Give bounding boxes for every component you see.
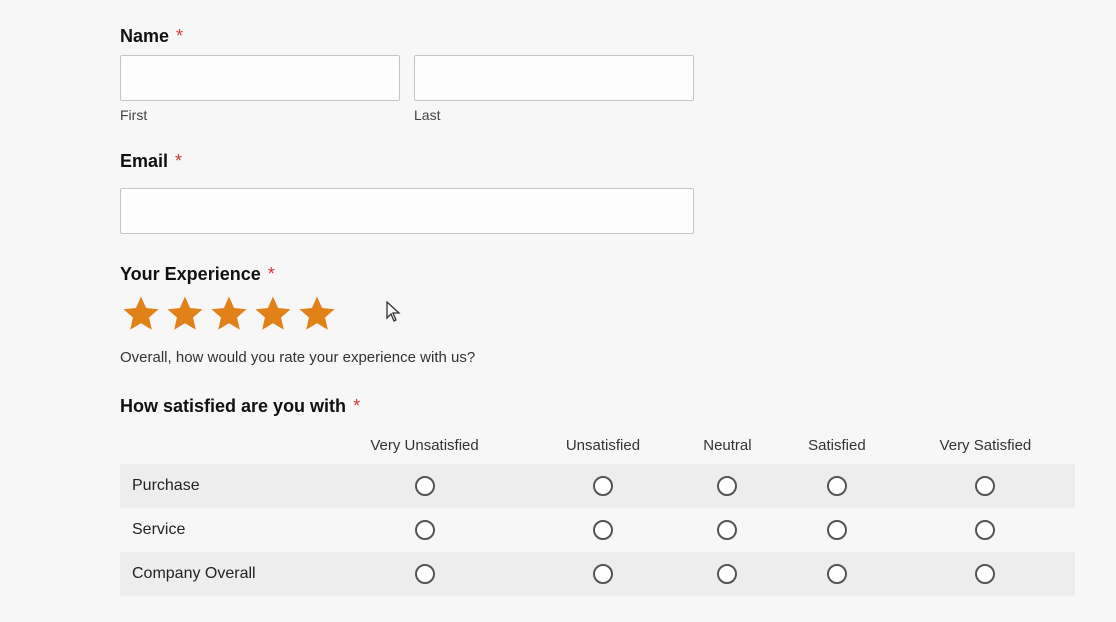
required-marker: * bbox=[268, 264, 275, 284]
required-marker: * bbox=[176, 26, 183, 46]
radio-option[interactable] bbox=[717, 476, 737, 496]
col-header: Very Unsatisfied bbox=[320, 427, 529, 464]
satisfaction-table: Very Unsatisfied Unsatisfied Neutral Sat… bbox=[120, 427, 1075, 596]
star-icon[interactable] bbox=[208, 293, 250, 335]
radio-option[interactable] bbox=[415, 520, 435, 540]
radio-option[interactable] bbox=[827, 520, 847, 540]
radio-option[interactable] bbox=[827, 476, 847, 496]
table-row: Purchase bbox=[120, 464, 1075, 508]
radio-option[interactable] bbox=[415, 564, 435, 584]
radio-option[interactable] bbox=[717, 520, 737, 540]
star-icon[interactable] bbox=[296, 293, 338, 335]
star-icon[interactable] bbox=[252, 293, 294, 335]
radio-option[interactable] bbox=[593, 476, 613, 496]
table-row: Service bbox=[120, 508, 1075, 552]
col-header: Satisfied bbox=[778, 427, 896, 464]
experience-label: Your Experience * bbox=[120, 264, 1016, 285]
cursor-icon bbox=[386, 301, 402, 323]
last-name-sublabel: Last bbox=[414, 107, 694, 123]
radio-option[interactable] bbox=[415, 476, 435, 496]
radio-option[interactable] bbox=[593, 520, 613, 540]
radio-option[interactable] bbox=[975, 564, 995, 584]
col-header: Neutral bbox=[677, 427, 778, 464]
required-marker: * bbox=[353, 396, 360, 416]
email-input[interactable] bbox=[120, 188, 694, 234]
experience-description: Overall, how would you rate your experie… bbox=[120, 349, 1016, 366]
table-row: Company Overall bbox=[120, 552, 1075, 596]
email-label: Email * bbox=[120, 151, 1016, 172]
star-icon[interactable] bbox=[120, 293, 162, 335]
radio-option[interactable] bbox=[717, 564, 737, 584]
radio-option[interactable] bbox=[593, 564, 613, 584]
name-label: Name * bbox=[120, 26, 1016, 47]
row-label: Company Overall bbox=[120, 552, 320, 596]
first-name-sublabel: First bbox=[120, 107, 400, 123]
row-label: Purchase bbox=[120, 464, 320, 508]
row-label: Service bbox=[120, 508, 320, 552]
col-header: Unsatisfied bbox=[529, 427, 677, 464]
required-marker: * bbox=[175, 151, 182, 171]
first-name-input[interactable] bbox=[120, 55, 400, 101]
radio-option[interactable] bbox=[975, 476, 995, 496]
radio-option[interactable] bbox=[975, 520, 995, 540]
satisfaction-label: How satisfied are you with * bbox=[120, 396, 1016, 417]
col-header: Very Satisfied bbox=[896, 427, 1075, 464]
last-name-input[interactable] bbox=[414, 55, 694, 101]
star-icon[interactable] bbox=[164, 293, 206, 335]
radio-option[interactable] bbox=[827, 564, 847, 584]
star-rating[interactable] bbox=[120, 293, 1016, 335]
